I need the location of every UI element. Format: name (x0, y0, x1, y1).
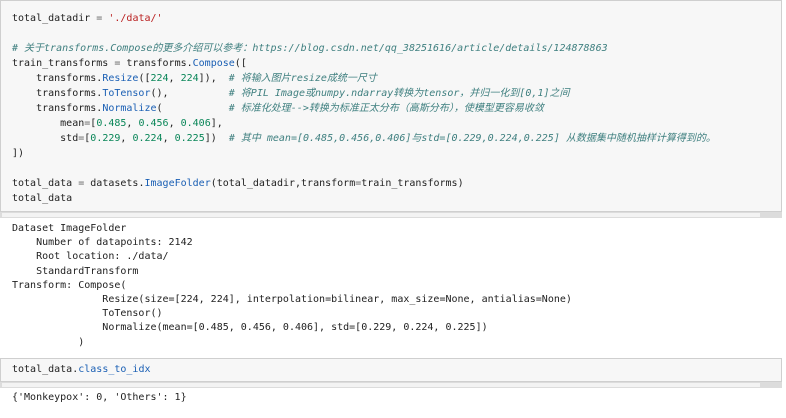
code-line: total_data (12, 192, 72, 206)
output-line: ) (12, 336, 85, 348)
code-line: train_transforms = transforms.Compose([ (12, 57, 247, 71)
code-token: # 其中 mean=[0.485,0.456,0.406]与std=[0.229… (228, 133, 716, 144)
code-token: # 将PIL Image或numpy.ndarray转换为tensor，并归一化… (228, 88, 570, 99)
code-token: (total_datadir,transform (210, 178, 356, 189)
code-line: ]) (12, 147, 24, 161)
code-token: 224 (180, 73, 199, 84)
code-token: transforms. (120, 58, 193, 69)
code-line: # 关于transforms.Compose的更多介绍可以参考：https://… (12, 42, 608, 56)
code-token: , (168, 73, 181, 84)
code-token: , (120, 133, 133, 144)
output-line: {'Monkeypox': 0, 'Others': 1} (12, 392, 187, 403)
code-token: ImageFolder (144, 178, 211, 189)
horizontal-scrollbar-2[interactable] (0, 382, 782, 388)
code-token: ( (156, 103, 229, 114)
code-token: Normalize (102, 103, 157, 114)
code-line: total_data.class_to_idx (12, 363, 150, 377)
horizontal-scrollbar-1[interactable] (0, 212, 782, 218)
output-line: ToTensor() (12, 308, 163, 320)
code-token: './data/' (108, 13, 163, 24)
code-token: total_datadir (12, 13, 97, 24)
code-token: ([ (234, 58, 247, 69)
output-line: Normalize(mean=[0.485, 0.456, 0.406], st… (12, 322, 488, 334)
code-token: transforms. (12, 103, 103, 114)
code-token: train_transforms) (361, 178, 464, 189)
code-token: total_data (12, 193, 73, 204)
code-line: transforms.Normalize( # 标准化处理-->转换为标准正太分… (12, 102, 544, 116)
code-line: transforms.ToTensor(), # 将PIL Image或nump… (12, 87, 569, 101)
code-line: transforms.Resize([224, 224]), # 将输入图片re… (12, 72, 377, 86)
code-token: total_data (12, 178, 79, 189)
code-line: std=[0.229, 0.224, 0.225]) # 其中 mean=[0.… (12, 132, 716, 146)
code-token: 0.485 (96, 118, 127, 129)
code-line: mean=[0.485, 0.456, 0.406], (12, 117, 223, 131)
code-token: class_to_idx (78, 364, 151, 375)
output-line: Transform: Compose( (12, 279, 127, 291)
code-token: 0.229 (90, 133, 121, 144)
code-token: 0.224 (132, 133, 163, 144)
code-token: , (168, 118, 181, 129)
code-token: # 将输入图片resize成统一尺寸 (228, 73, 377, 84)
code-token: 224 (150, 73, 169, 84)
code-token: (), (150, 88, 229, 99)
code-token: ToTensor (102, 88, 151, 99)
code-token: , (126, 118, 139, 129)
code-token: ]), (198, 73, 229, 84)
code-line: total_datadir = './data/' (12, 12, 163, 26)
code-token: Resize (102, 73, 139, 84)
output-line: Root location: ./data/ (12, 251, 169, 263)
code-token: Compose (192, 58, 235, 69)
output-line: Number of datapoints: 2142 (12, 237, 193, 249)
code-token: 0.225 (174, 133, 205, 144)
scrollbar-thumb[interactable] (2, 213, 760, 217)
code-token: # 关于transforms.Compose的更多介绍可以参考：https://… (12, 43, 608, 54)
code-token: ]) (12, 148, 25, 159)
code-token: ]) (204, 133, 229, 144)
code-token: total_data. (12, 364, 79, 375)
code-token: train_transforms (12, 58, 115, 69)
code-token: mean (12, 118, 85, 129)
output-line: Dataset ImageFolder (12, 223, 127, 234)
code-token: ([ (138, 73, 151, 84)
output-line: StandardTransform (12, 265, 139, 277)
code-token: 0.456 (138, 118, 169, 129)
code-token: std (12, 133, 79, 144)
code-token: , (162, 133, 175, 144)
code-token: transforms. (12, 73, 103, 84)
code-token: # 标准化处理-->转换为标准正太分布（高斯分布），使模型更容易收敛 (228, 103, 544, 114)
scrollbar-thumb[interactable] (2, 383, 760, 387)
code-line: total_data = datasets.ImageFolder(total_… (12, 177, 464, 191)
code-token: 0.406 (180, 118, 211, 129)
output-line: Resize(size=[224, 224], interpolation=bi… (12, 294, 572, 305)
code-token: transforms. (12, 88, 103, 99)
code-token: ], (210, 118, 223, 129)
code-token: datasets. (84, 178, 145, 189)
